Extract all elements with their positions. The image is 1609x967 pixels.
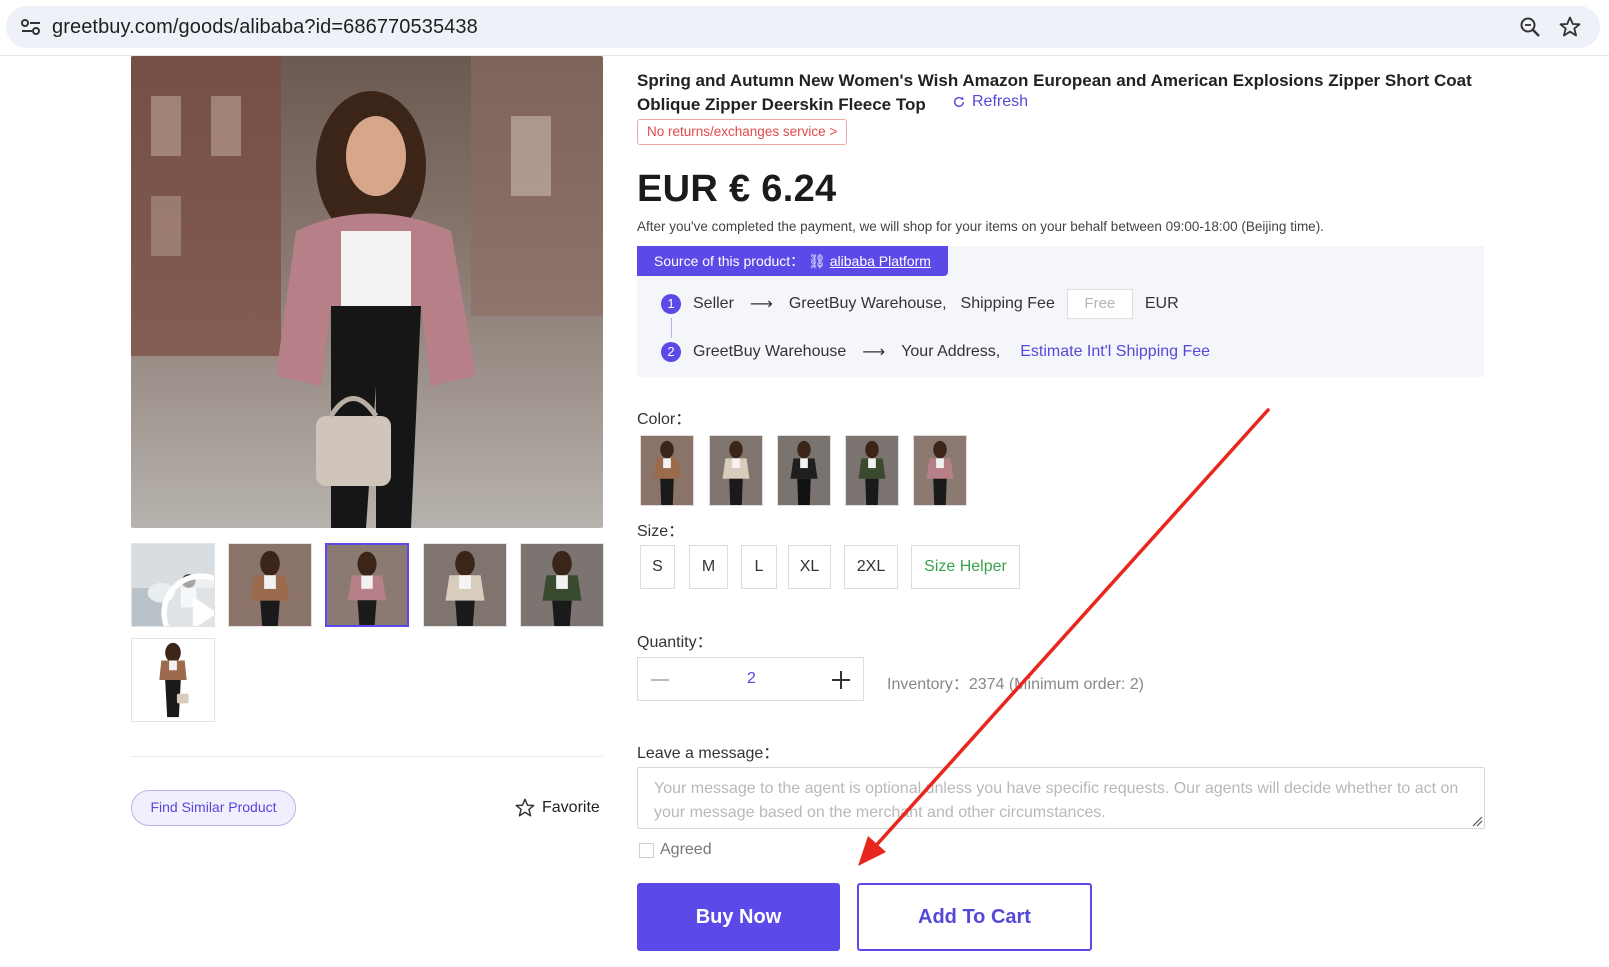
thumbnail-video[interactable] [131,543,215,627]
product-price: EUR € 6.24 [637,168,837,210]
color-swatch-black[interactable] [777,435,831,506]
url-text[interactable]: greetbuy.com/goods/alibaba?id=6867705354… [52,16,478,39]
step-number-1: 1 [661,294,681,314]
step2-to: Your Address, [901,343,1001,360]
site-settings-icon[interactable] [20,17,42,37]
size-option-m[interactable]: M [689,545,728,589]
size-label: Size： [637,523,685,540]
thumbnail-brown-jacket-full[interactable] [131,638,215,722]
browser-toolbar: greetbuy.com/goods/alibaba?id=6867705354… [0,0,1609,56]
shipping-step-1: 1 Seller ⟶ GreetBuy Warehouse, Shipping … [661,289,1179,319]
color-swatch-green[interactable] [845,435,899,506]
platform-link[interactable]: alibaba Platform [830,253,931,269]
source-prefix: Source of this product： [654,253,805,269]
message-label: Leave a message： [637,745,780,762]
bookmark-star-icon[interactable] [1558,15,1582,39]
size-option-s[interactable]: S [640,545,675,589]
left-divider [131,756,603,757]
color-swatch-pink[interactable] [913,435,967,506]
shipping-step-2: 2 GreetBuy Warehouse ⟶ Your Address, Est… [661,339,1210,365]
thumbnail-green-jacket[interactable] [520,543,604,627]
refresh-icon [953,96,965,108]
thumbnail-pink-jacket[interactable] [325,543,409,627]
size-option-l[interactable]: L [741,545,777,589]
thumbnail-brown-jacket[interactable] [228,543,312,627]
currency-label: EUR [1144,295,1179,312]
size-option-xl[interactable]: XL [788,545,831,589]
favorite-label: Favorite [542,799,600,816]
quantity-increment-button[interactable] [819,658,863,700]
source-panel: Source of this product： ⛓ alibaba Platfo… [637,246,1484,377]
arrow-right-icon: ⟶ [749,296,773,313]
message-textarea[interactable] [637,767,1485,829]
quantity-input[interactable] [682,658,821,700]
quantity-stepper [637,657,864,701]
inventory-text: Inventory：2374 (Minimum order: 2) [887,676,1144,693]
buy-now-button[interactable]: Buy Now [637,883,840,951]
agreed-checkbox[interactable] [639,842,654,858]
size-option-2xl[interactable]: 2XL [844,545,898,589]
zoom-icon[interactable] [1518,15,1542,39]
step1-to: GreetBuy Warehouse, [788,295,947,312]
color-swatch-beige[interactable] [709,435,763,506]
arrow-right-icon: ⟶ [862,344,886,361]
product-title: Spring and Autumn New Women's Wish Amazo… [637,71,1472,114]
main-product-image[interactable] [131,56,603,528]
step-number-2: 2 [661,342,681,362]
link-icon: ⛓ [808,253,826,269]
color-swatch-brown[interactable] [640,435,694,506]
resize-handle-icon[interactable] [1472,816,1483,827]
agreed-checkbox-row[interactable]: Agreed [639,841,712,859]
size-helper-button[interactable]: Size Helper [911,545,1020,589]
play-icon [161,573,214,626]
agreed-label: Agreed [660,841,712,858]
purchase-note: After you've completed the payment, we w… [637,219,1324,234]
quantity-decrement-button[interactable] [638,658,682,700]
shipping-fee-value: Free [1066,289,1133,319]
estimate-shipping-link[interactable]: Estimate Int'l Shipping Fee [1020,343,1210,361]
find-similar-button[interactable]: Find Similar Product [131,790,296,826]
step2-from: GreetBuy Warehouse [693,343,847,360]
quantity-label: Quantity： [637,634,713,651]
shipping-fee-label: Shipping Fee [960,295,1055,312]
no-returns-badge[interactable]: No returns/exchanges service > [637,119,848,145]
thumbnail-beige-jacket[interactable] [423,543,507,627]
add-to-cart-button[interactable]: Add To Cart [857,883,1092,951]
favorite-button[interactable]: Favorite [514,796,600,820]
refresh-label: Refresh [972,93,1029,110]
source-tag: Source of this product： ⛓ alibaba Platfo… [637,246,948,276]
step1-from: Seller [693,295,734,312]
refresh-button[interactable]: Refresh [952,93,1028,111]
star-outline-icon [515,798,535,817]
color-label: Color： [637,411,692,428]
step-connector [671,318,672,338]
address-bar[interactable]: greetbuy.com/goods/alibaba?id=6867705354… [6,6,1600,48]
